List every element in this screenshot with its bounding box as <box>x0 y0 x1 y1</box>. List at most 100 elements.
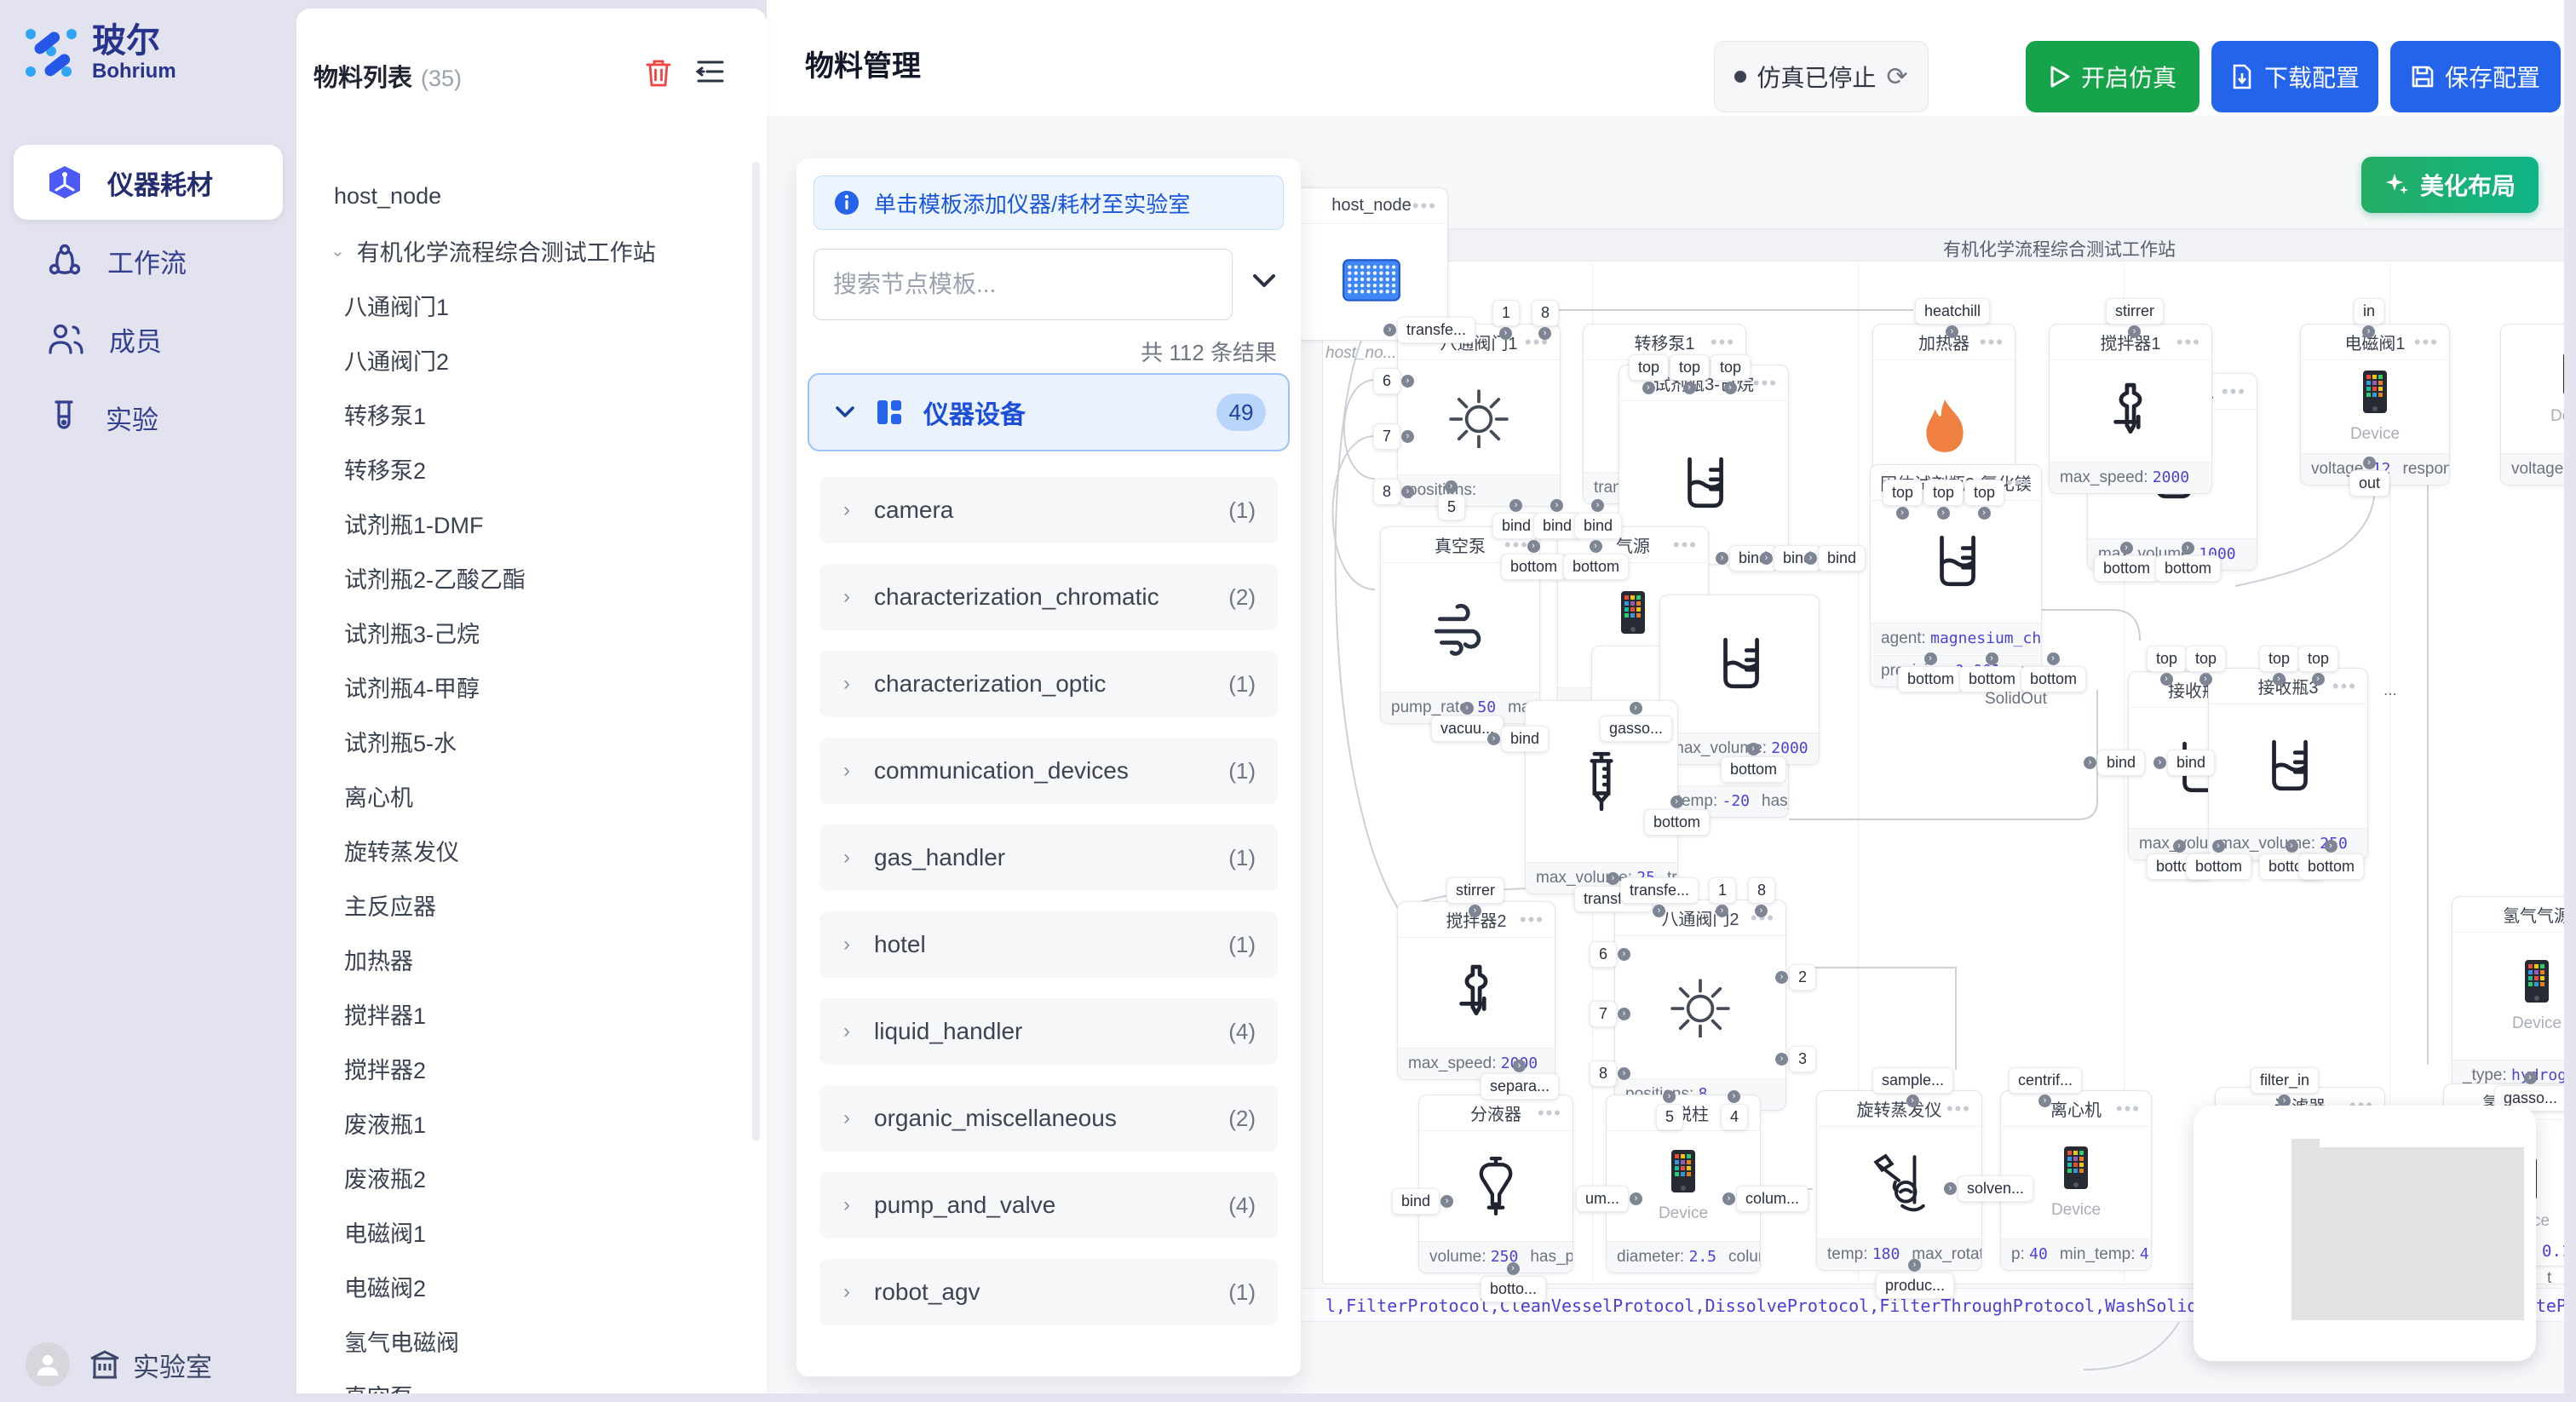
port-chip-1[interactable]: 1› <box>1492 300 1520 326</box>
port-chip-bottom[interactable]: bottom› <box>1563 554 1629 580</box>
node-menu-icon[interactable]: ••• <box>2116 1098 2141 1120</box>
port-chip-8[interactable]: 8› <box>1373 479 1400 505</box>
canvas-node-搅拌器2[interactable]: 搅拌器2•••max_speed: 2000 <box>1397 901 1555 1080</box>
port-chip-8[interactable]: 8› <box>1590 1060 1617 1087</box>
collapse-list-icon[interactable] <box>695 58 726 85</box>
port-chip-3[interactable]: 3› <box>1789 1046 1816 1072</box>
port-chip-solven[interactable]: solven...› <box>1958 1175 2033 1202</box>
node-menu-icon[interactable]: ••• <box>2176 331 2201 353</box>
canvas-node-八通阀门2[interactable]: 八通阀门2•••positions: 8 <box>1614 899 1786 1111</box>
category-group-instruments[interactable]: 仪器设备 49 <box>808 373 1290 451</box>
port-chip-bottom[interactable]: bottom› <box>1501 554 1567 580</box>
port-chip-heatchill[interactable]: heatchill› <box>1915 298 1990 325</box>
canvas-node-接收瓶3[interactable]: 接收瓶3•••max_volume: 250 <box>2208 668 2368 860</box>
port-chip-produc[interactable]: produc...› <box>1876 1273 1954 1299</box>
port-chip-bottom[interactable]: bottom› <box>2298 853 2364 880</box>
canvas-node-氢气气源[interactable]: 氢气气源•••Device_type: hydrogenmax_pre <box>2452 896 2576 1092</box>
tree-item[interactable]: 废液瓶1 <box>296 1095 746 1150</box>
tree-item[interactable]: 八通阀门1 <box>296 278 746 332</box>
sidebar-item-workflow[interactable]: 工作流 <box>14 223 283 298</box>
port-chip-top[interactable]: top› <box>2298 646 2338 672</box>
sidebar-item-members[interactable]: 成员 <box>14 302 283 376</box>
tree-item[interactable]: 搅拌器2 <box>296 1041 746 1095</box>
port-chip-top[interactable]: top› <box>1711 354 1751 381</box>
port-chip-top[interactable]: top› <box>1629 354 1669 381</box>
node-menu-icon[interactable]: ••• <box>1538 1102 1562 1124</box>
port-chip-colum[interactable]: colum...› <box>1736 1186 1808 1212</box>
port-chip-filter_in[interactable]: filter_in› <box>2251 1067 2319 1094</box>
port-chip-bottom[interactable]: bottom› <box>1721 756 1786 783</box>
sidebar-item-instruments[interactable]: 仪器耗材 <box>14 145 283 220</box>
tree-item[interactable]: 主反应器 <box>296 877 746 932</box>
tree-item[interactable]: 废液瓶2 <box>296 1150 746 1204</box>
port-chip-bottom[interactable]: bottom› <box>1898 666 1964 692</box>
tree-item[interactable]: 试剂瓶3-己烷 <box>296 605 746 659</box>
download-config-button[interactable]: 下载配置 <box>2211 41 2378 112</box>
port-chip-top[interactable]: top› <box>1670 354 1710 381</box>
tree-item[interactable]: 转移泵2 <box>296 441 746 496</box>
port-chip-sample[interactable]: sample...› <box>1872 1067 1953 1094</box>
start-simulation-button[interactable]: 开启仿真 <box>2026 41 2199 112</box>
canvas-node-card[interactable]: max_volume: 2000 <box>1659 595 1820 765</box>
tree-item[interactable]: 八通阀门2 <box>296 332 746 387</box>
tree-item-host-node[interactable]: host_node <box>296 169 746 223</box>
collapse-panel-chevron-icon[interactable] <box>1251 273 1277 290</box>
tree-item[interactable]: 氢气电磁阀 <box>296 1313 746 1368</box>
node-menu-icon[interactable]: ••• <box>2006 472 2031 494</box>
node-menu-icon[interactable]: ••• <box>1412 195 1437 217</box>
avatar[interactable] <box>26 1342 70 1387</box>
port-chip-bind[interactable]: bind› <box>2167 750 2215 776</box>
port-chip-bind[interactable]: bind› <box>2097 750 2145 776</box>
category-row-communication_devices[interactable]: ›communication_devices(1) <box>819 738 1278 804</box>
minimap[interactable] <box>2194 1106 2536 1361</box>
tree-item[interactable]: 旋转蒸发仪 <box>296 823 746 877</box>
sidebar-item-experiments[interactable]: 实验 <box>14 380 283 455</box>
node-menu-icon[interactable]: ••• <box>2414 331 2439 353</box>
node-menu-icon[interactable]: ••• <box>1673 534 1698 556</box>
port-chip-botto[interactable]: botto...› <box>1481 1276 1546 1302</box>
beautify-layout-button[interactable]: 美化布局 <box>2361 157 2539 213</box>
port-chip-bottom[interactable]: bottom› <box>1959 666 2025 692</box>
list-scrollbar[interactable] <box>752 162 760 1141</box>
tree-item[interactable]: 搅拌器1 <box>296 986 746 1041</box>
port-chip-top[interactable]: top› <box>1923 480 1964 506</box>
port-chip-top[interactable]: top› <box>1964 480 2004 506</box>
port-chip-gasso[interactable]: gasso...› <box>1600 715 1672 742</box>
port-chip-bottom[interactable]: bottom› <box>2094 555 2159 582</box>
tree-item[interactable]: 离心机 <box>296 768 746 823</box>
port-chip-bind[interactable]: bind› <box>1501 726 1549 752</box>
port-chip-6[interactable]: 6› <box>1373 368 1400 394</box>
tree-item[interactable]: 加热器 <box>296 932 746 986</box>
port-chip-2[interactable]: 2› <box>1789 964 1816 991</box>
port-chip-centrif[interactable]: centrif...› <box>2009 1067 2082 1094</box>
port-chip-top[interactable]: top› <box>2186 646 2226 672</box>
node-menu-icon[interactable]: ••• <box>1980 331 2004 353</box>
canvas-node-搅拌器1[interactable]: 搅拌器1•••max_speed: 2000 <box>2049 324 2212 494</box>
node-menu-icon[interactable]: ••• <box>1711 331 1735 353</box>
save-config-button[interactable]: 保存配置 <box>2390 41 2561 112</box>
category-row-gas_handler[interactable]: ›gas_handler(1) <box>819 825 1278 891</box>
app-logo[interactable]: 玻尔 Bohrium <box>24 22 176 83</box>
port-chip-top[interactable]: top› <box>2259 646 2299 672</box>
tree-item[interactable]: 试剂瓶4-甲醇 <box>296 659 746 714</box>
tree-item-workstation[interactable]: ⌄有机化学流程综合测试工作站 <box>296 223 746 278</box>
port-chip-7[interactable]: 7› <box>1373 423 1400 450</box>
port-chip-8[interactable]: 8› <box>1532 300 1559 326</box>
simulation-status-pill[interactable]: 仿真已停止 ⟳ <box>1714 41 1929 112</box>
port-chip-bottom[interactable]: bottom› <box>2155 555 2221 582</box>
lab-entry[interactable]: 实验室 <box>89 1346 212 1384</box>
port-chip-top[interactable]: top› <box>1883 480 1923 506</box>
port-chip-bind[interactable]: bind› <box>1392 1188 1440 1215</box>
category-row-characterization_chromatic[interactable]: ›characterization_chromatic(2) <box>819 564 1278 630</box>
port-chip-bottom[interactable]: bottom› <box>2186 853 2251 880</box>
node-menu-icon[interactable]: ••• <box>2222 381 2246 403</box>
chevron-down-icon[interactable]: ⌄ <box>331 240 345 261</box>
tree-item[interactable]: 试剂瓶1-DMF <box>296 496 746 550</box>
node-menu-icon[interactable]: ••• <box>1753 372 1778 394</box>
tree-item[interactable]: 转移泵1 <box>296 387 746 441</box>
canvas-node-八通阀门1[interactable]: 八通阀门1•••positions: <box>1397 324 1561 507</box>
port-chip-bind[interactable]: bind› <box>1574 513 1622 539</box>
port-chip-8[interactable]: 8› <box>1748 877 1775 904</box>
port-chip-bottom[interactable]: bottom› <box>2021 666 2086 692</box>
port-chip-stirrer[interactable]: stirrer› <box>2106 298 2164 325</box>
